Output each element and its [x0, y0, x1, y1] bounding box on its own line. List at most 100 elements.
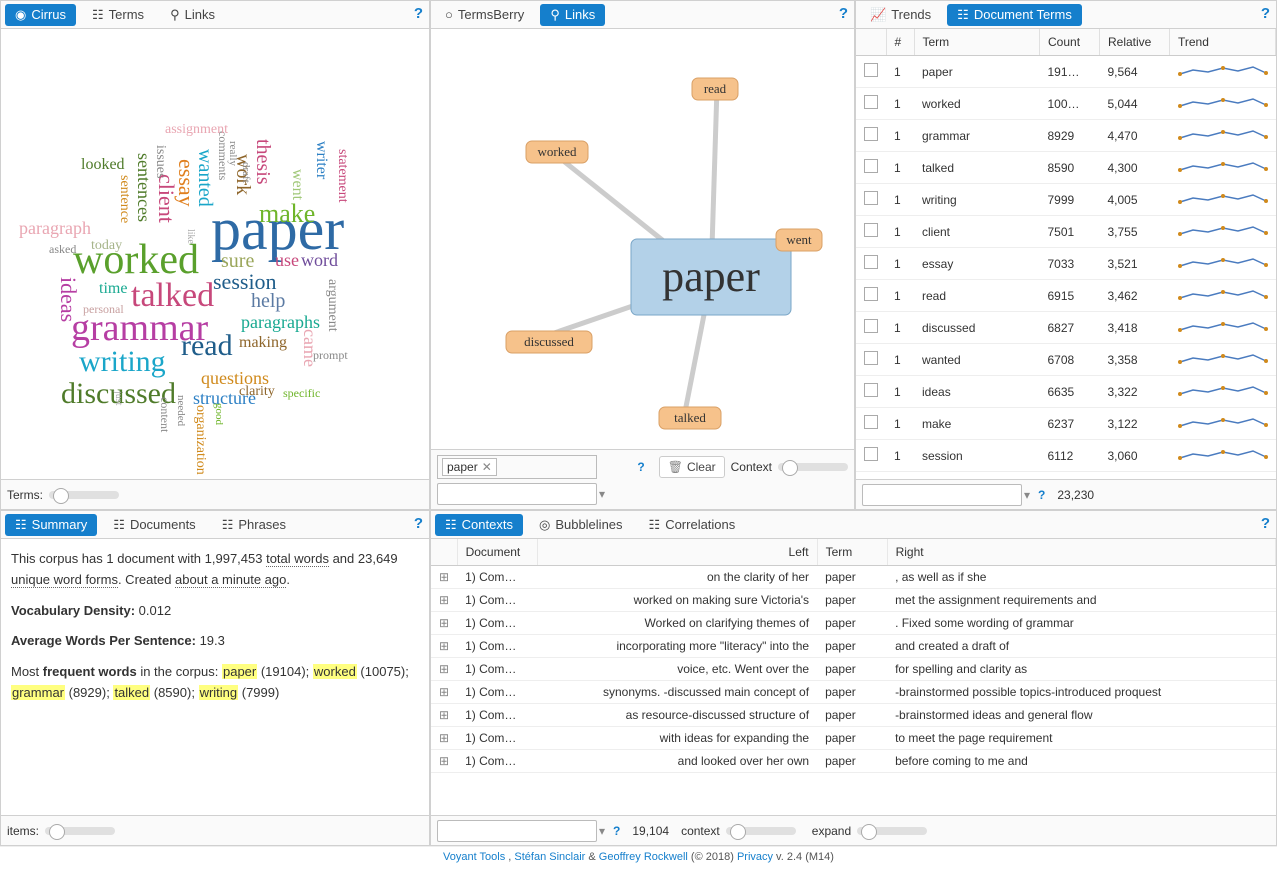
checkbox[interactable] [864, 447, 878, 461]
cloud-word[interactable]: writing [79, 347, 166, 377]
table-row[interactable]: 1wanted67083,358 [856, 344, 1276, 376]
help-icon[interactable]: ? [1261, 5, 1270, 22]
expand-icon[interactable]: ⊞ [431, 658, 457, 681]
table-row[interactable]: 1discussed68273,418 [856, 312, 1276, 344]
search-input[interactable] [437, 483, 597, 505]
cloud-word[interactable]: today [91, 239, 122, 253]
cloud-word[interactable]: use [275, 251, 299, 269]
help-icon[interactable]: ? [1038, 488, 1045, 502]
table-row[interactable]: ⊞ 1) Com…incorporating more "literacy" i… [431, 635, 1276, 658]
cloud-word[interactable]: content [159, 397, 171, 432]
table-row[interactable]: 1read69153,462 [856, 280, 1276, 312]
cloud-word[interactable]: asked [49, 243, 76, 255]
cloud-word[interactable]: wanted [195, 149, 215, 207]
expand-icon[interactable]: ⊞ [431, 704, 457, 727]
table-row[interactable]: ⊞ 1) Com…and looked over her ownpaperbef… [431, 750, 1276, 773]
cloud-word[interactable]: making [239, 335, 287, 351]
checkbox[interactable] [864, 191, 878, 205]
tab-links[interactable]: ⚲Links [160, 4, 225, 26]
table-row[interactable]: 1ideas66353,322 [856, 376, 1276, 408]
table-row[interactable]: 1writing79994,005 [856, 184, 1276, 216]
cloud-word[interactable]: word [301, 251, 338, 269]
cloud-word[interactable]: read [181, 331, 233, 361]
help-icon[interactable]: ? [839, 5, 848, 22]
table-row[interactable]: 1essay70333,521 [856, 248, 1276, 280]
expand-slider[interactable] [857, 827, 927, 835]
freq-word[interactable]: paper [222, 664, 257, 679]
cloud-word[interactable]: went [289, 169, 305, 200]
table-row[interactable]: ⊞ 1) Com…on the clarity of herpaper, as … [431, 566, 1276, 589]
cloud-word[interactable]: make [259, 201, 315, 227]
cloud-word[interactable]: organization [193, 405, 207, 475]
table-row[interactable]: 1client75013,755 [856, 216, 1276, 248]
items-slider[interactable] [45, 827, 115, 835]
cloud-word[interactable]: statement [335, 149, 349, 203]
table-row[interactable]: 1make62373,122 [856, 408, 1276, 440]
cloud-word[interactable]: clarity [239, 385, 275, 399]
terms-slider[interactable] [49, 491, 119, 499]
expand-icon[interactable]: ⊞ [431, 566, 457, 589]
cloud-word[interactable]: help [251, 291, 285, 311]
cloud-word[interactable]: thesis [253, 139, 273, 185]
expand-icon[interactable]: ⊞ [431, 727, 457, 750]
link-rockwell[interactable]: Geoffrey Rockwell [599, 851, 688, 863]
tab-cirrus[interactable]: ◉Cirrus [5, 4, 76, 26]
tab-trends[interactable]: 📈Trends [860, 4, 941, 26]
tab-phrases[interactable]: ☷Phrases [212, 514, 296, 536]
checkbox[interactable] [864, 95, 878, 109]
context-slider[interactable] [726, 827, 796, 835]
cloud-word[interactable]: like [185, 229, 195, 244]
table-row[interactable]: 1grammar89294,470 [856, 120, 1276, 152]
help-icon[interactable]: ? [1261, 515, 1270, 532]
cloud-word[interactable]: good [213, 403, 224, 425]
table-row[interactable]: 1session61123,060 [856, 440, 1276, 472]
cloud-word[interactable]: ideas [57, 277, 79, 322]
cloud-word[interactable]: time [99, 281, 127, 297]
tab-documentterms[interactable]: ☷Document Terms [947, 4, 1082, 26]
links-graph[interactable]: paperreadworkedwentdiscussedtalked [431, 29, 854, 449]
search-input[interactable] [862, 484, 1022, 506]
checkbox[interactable] [864, 255, 878, 269]
expand-icon[interactable]: ⊞ [431, 681, 457, 704]
table-row[interactable]: 1talked85904,300 [856, 152, 1276, 184]
table-row[interactable]: ⊞ 1) Com…with ideas for expanding thepap… [431, 727, 1276, 750]
context-slider[interactable] [778, 463, 848, 471]
table-row[interactable]: 1worked100…5,044 [856, 88, 1276, 120]
checkbox[interactable] [864, 383, 878, 397]
help-icon[interactable]: ? [414, 515, 423, 532]
link-sinclair[interactable]: Stéfan Sinclair [514, 851, 585, 863]
tab-terms[interactable]: ☷Terms [82, 4, 154, 26]
freq-word[interactable]: talked [113, 685, 150, 700]
help-icon[interactable]: ? [637, 460, 644, 474]
table-row[interactable]: 1thesis55572,782 [856, 472, 1276, 480]
cloud-word[interactable]: issues [153, 145, 167, 178]
cloud-word[interactable]: talked [131, 279, 214, 313]
freq-word[interactable]: writing [199, 685, 239, 700]
link-privacy[interactable]: Privacy [737, 851, 773, 863]
close-icon[interactable]: ✕ [482, 460, 492, 474]
word-cloud[interactable]: paperworkedgrammartalkedwritingdiscussed… [1, 29, 429, 449]
search-tag[interactable]: paper✕ [442, 458, 497, 476]
tab-summary[interactable]: ☷Summary [5, 514, 97, 536]
chevron-down-icon[interactable]: ▾ [599, 824, 605, 838]
cloud-word[interactable]: assignment [165, 123, 228, 137]
help-icon[interactable]: ? [613, 824, 620, 838]
table-row[interactable]: ⊞ 1) Com…as resource-discussed structure… [431, 704, 1276, 727]
link-voyant[interactable]: Voyant Tools [443, 851, 505, 863]
freq-word[interactable]: grammar [11, 685, 65, 700]
cloud-word[interactable]: sentences [135, 153, 153, 222]
checkbox[interactable] [864, 63, 878, 77]
cloud-word[interactable]: argument [325, 279, 339, 332]
help-icon[interactable]: ? [414, 5, 423, 22]
tab-bubblelines[interactable]: ◎Bubblelines [529, 514, 633, 536]
chevron-down-icon[interactable]: ▾ [1024, 488, 1030, 502]
checkbox[interactable] [864, 351, 878, 365]
checkbox[interactable] [864, 127, 878, 141]
cloud-word[interactable]: draft [240, 162, 251, 183]
tab-contexts[interactable]: ☷Contexts [435, 514, 523, 536]
checkbox[interactable] [864, 415, 878, 429]
expand-icon[interactable]: ⊞ [431, 589, 457, 612]
table-row[interactable]: ⊞ 1) Com…voice, etc. Went over thepaperf… [431, 658, 1276, 681]
cloud-word[interactable]: writer [313, 141, 329, 179]
cloud-word[interactable]: needed [175, 395, 186, 426]
